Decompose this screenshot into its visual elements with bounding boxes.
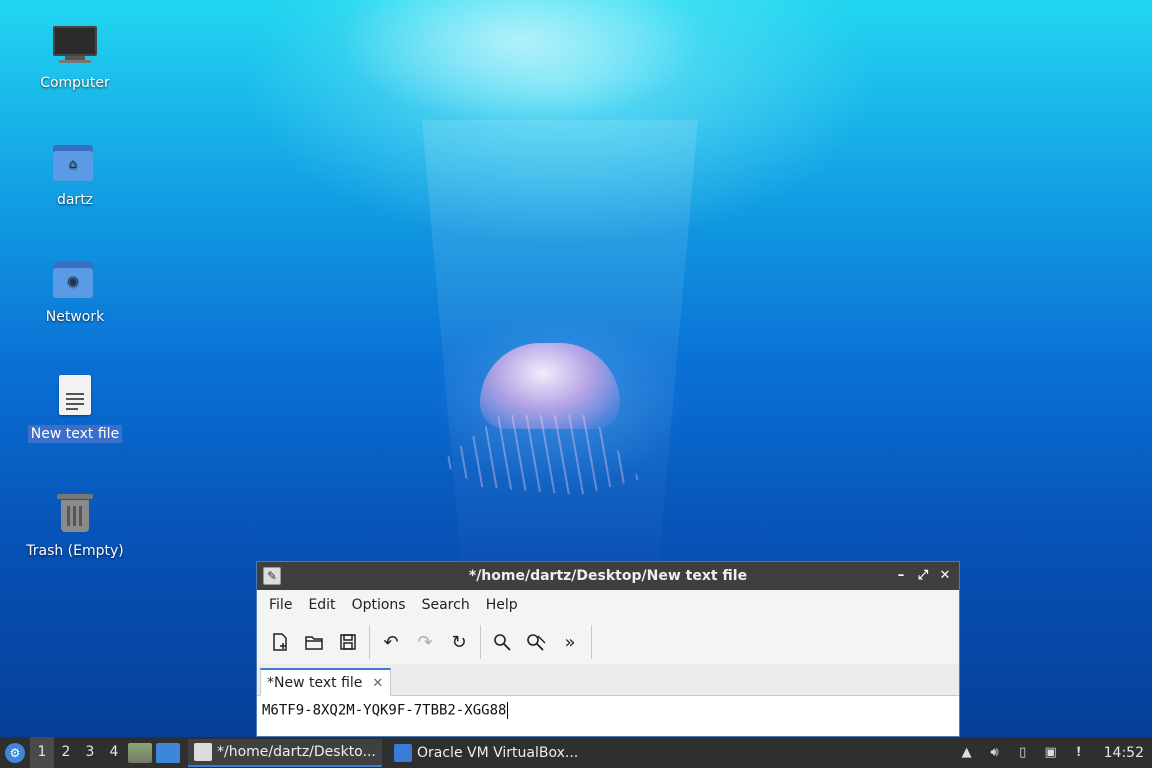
toolbar-separator (369, 625, 370, 659)
new-file-icon[interactable] (265, 627, 295, 657)
menu-file[interactable]: File (261, 597, 300, 613)
workspace-4[interactable]: 4 (102, 737, 126, 768)
taskbar: ⚙ 1 2 3 4 */home/dartz/Deskto... Oracle … (0, 737, 1152, 768)
workspace-2[interactable]: 2 (54, 737, 78, 768)
desktop-icon-label: New text file (27, 425, 123, 443)
find-replace-icon[interactable] (521, 627, 551, 657)
redo-icon[interactable]: ↷ (410, 627, 440, 657)
desktop-icon-label: dartz (56, 192, 94, 208)
start-menu-icon: ⚙ (5, 742, 25, 763)
text-editor-area[interactable]: M6TF9-8XQ2M-YQK9F-7TBB2-XGG88 (257, 696, 959, 736)
close-icon[interactable]: ✕ (937, 566, 953, 586)
start-menu-button[interactable]: ⚙ (0, 737, 30, 768)
menu-edit[interactable]: Edit (300, 597, 343, 613)
find-icon[interactable] (487, 627, 517, 657)
network-status-icon[interactable]: ▣ (1042, 744, 1060, 762)
workspace-3[interactable]: 3 (78, 737, 102, 768)
minimize-icon[interactable]: – (893, 566, 909, 586)
menu-options[interactable]: Options (344, 597, 414, 613)
maximize-icon[interactable]: ⤢ (915, 566, 931, 586)
task-text-editor[interactable]: */home/dartz/Deskto... (188, 738, 382, 767)
tray-expand-icon[interactable]: ▲ (958, 744, 976, 762)
trash-icon (51, 490, 99, 538)
jellyfish-wallpaper (420, 335, 660, 495)
text-file-icon (51, 373, 99, 421)
window-title: */home/dartz/Desktop/New text file (468, 568, 748, 584)
tab-new-text-file[interactable]: *New text file ✕ (260, 668, 391, 696)
menubar: File Edit Options Search Help (257, 590, 959, 620)
task-label: Oracle VM VirtualBox... (417, 744, 579, 761)
desktop-icon-trash[interactable]: Trash (Empty) (20, 490, 130, 560)
system-tray: ▲ 🔊︎ ▯ ▣ ❗︎ 14:52 (958, 744, 1152, 762)
editor-app-icon[interactable]: ✎ (263, 567, 281, 585)
toolbar: ↶ ↷ ↻ » (257, 620, 959, 664)
text-editor-window: ✎ */home/dartz/Desktop/New text file – ⤢… (256, 561, 960, 737)
text-caret (507, 702, 509, 719)
desktop-icon-new-text-file[interactable]: New text file (20, 373, 130, 443)
network-folder-icon: ◉ (51, 256, 99, 304)
desktop-icon-label: Trash (Empty) (26, 543, 124, 559)
show-desktop-icon[interactable] (156, 742, 180, 763)
file-manager-launcher-icon[interactable] (128, 742, 152, 763)
editor-task-icon (194, 742, 212, 761)
workspace-1[interactable]: 1 (30, 737, 54, 768)
desktop-icon-label: Network (45, 309, 105, 325)
clipboard-icon[interactable]: ▯ (1014, 744, 1032, 762)
task-label: */home/dartz/Deskto... (217, 743, 376, 760)
computer-icon (51, 22, 99, 70)
tab-bar: *New text file ✕ (257, 664, 959, 696)
toolbar-separator (591, 625, 592, 659)
tab-close-icon[interactable]: ✕ (372, 676, 383, 691)
undo-icon[interactable]: ↶ (376, 627, 406, 657)
desktop-icon-home[interactable]: ⌂ dartz (20, 139, 130, 209)
desktop-icon-network[interactable]: ◉ Network (20, 256, 130, 326)
toolbar-separator (480, 625, 481, 659)
clock[interactable]: 14:52 (1104, 745, 1144, 761)
task-virtualbox[interactable]: Oracle VM VirtualBox... (388, 739, 588, 767)
menu-search[interactable]: Search (414, 597, 478, 613)
go-to-line-icon[interactable]: » (555, 627, 585, 657)
editor-content: M6TF9-8XQ2M-YQK9F-7TBB2-XGG88 (262, 702, 507, 719)
open-file-icon[interactable] (299, 627, 329, 657)
volume-icon[interactable]: 🔊︎ (986, 744, 1004, 762)
desktop-icon-label: Computer (40, 75, 110, 91)
reload-icon[interactable]: ↻ (444, 627, 474, 657)
tab-label: *New text file (267, 675, 363, 691)
home-folder-icon: ⌂ (51, 139, 99, 187)
desktop-icon-computer[interactable]: Computer (20, 22, 130, 92)
menu-help[interactable]: Help (478, 597, 526, 613)
virtualbox-task-icon (394, 743, 412, 762)
save-file-icon[interactable] (333, 627, 363, 657)
notification-icon[interactable]: ❗︎ (1070, 744, 1088, 762)
window-titlebar[interactable]: ✎ */home/dartz/Desktop/New text file – ⤢… (257, 562, 959, 590)
